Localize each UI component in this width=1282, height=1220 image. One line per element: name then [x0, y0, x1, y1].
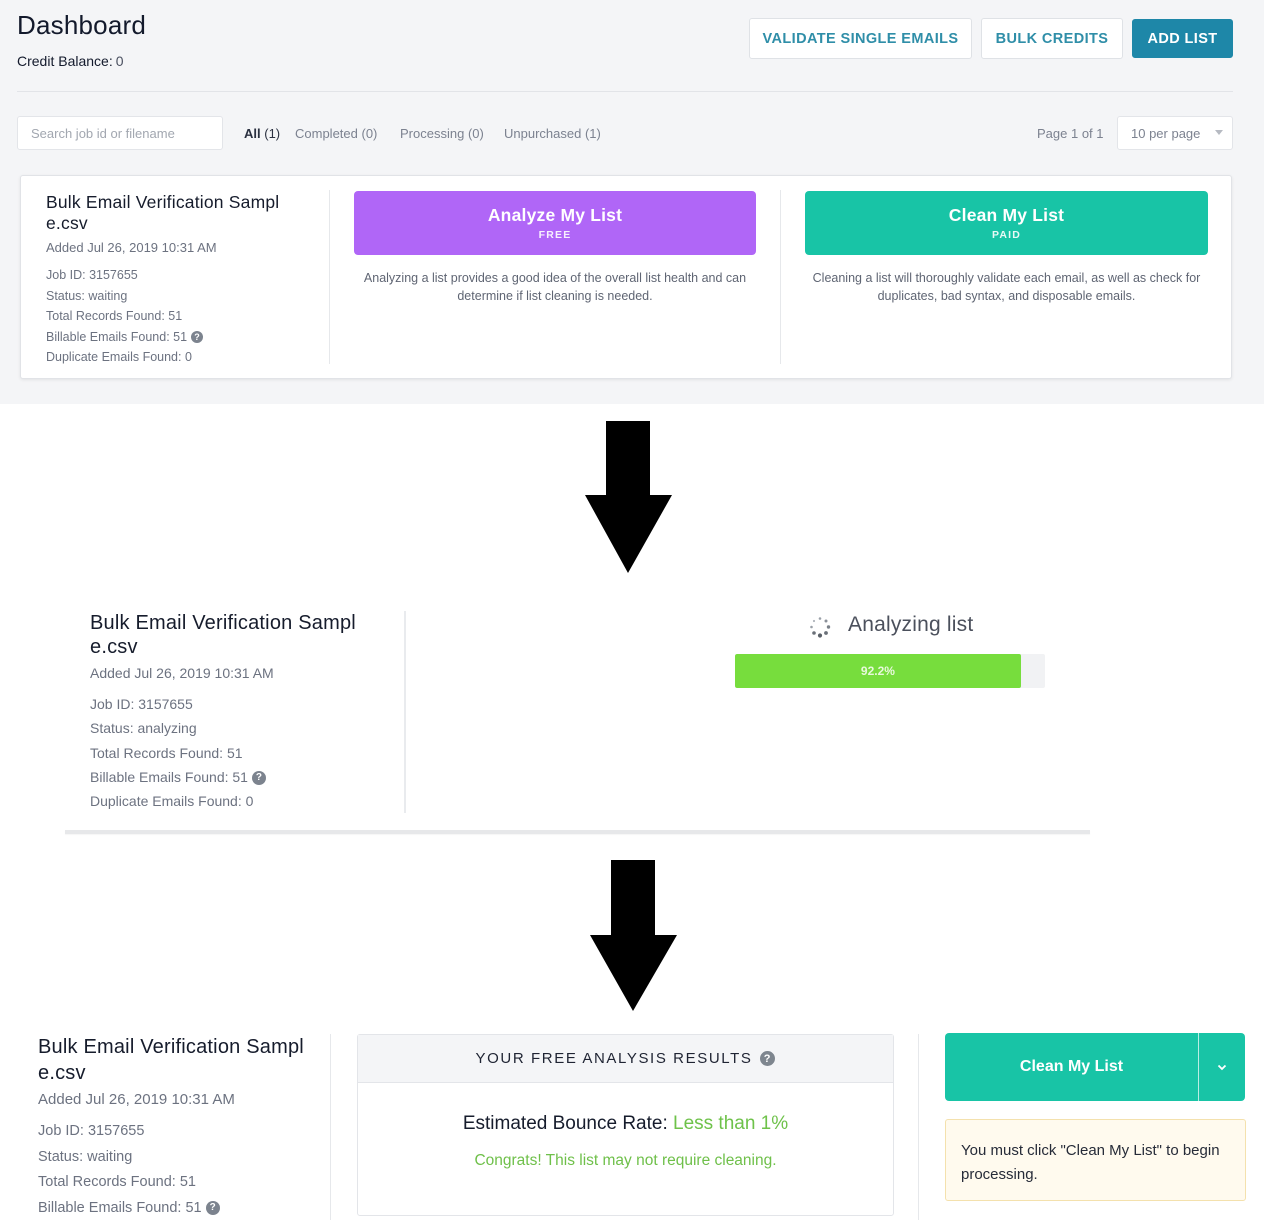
tab-processing[interactable]: Processing (0): [400, 126, 484, 141]
analyze-my-list-button[interactable]: Analyze My List FREE: [354, 191, 756, 255]
job-id: Job ID: 3157655: [46, 268, 138, 282]
analyzing-status-label: Analyzing list: [848, 613, 974, 636]
clean-my-list-split-button: Clean My List: [945, 1033, 1245, 1101]
job-filename-line2: e.csv: [46, 213, 88, 233]
estimated-bounce-rate: Estimated Bounce Rate: Less than 1%: [358, 1113, 893, 1135]
help-icon[interactable]: ?: [191, 331, 204, 344]
job-added-date: Added Jul 26, 2019 10:31 AM: [90, 665, 274, 681]
add-list-button[interactable]: ADD LIST: [1132, 19, 1233, 58]
job-meta-list: Job ID: 3157655 Status: analyzing Total …: [90, 692, 390, 813]
caret-down-icon: [1215, 130, 1223, 135]
column-divider: [918, 1034, 919, 1220]
job-details: Bulk Email Verification Sampl e.csv Adde…: [46, 192, 316, 368]
clean-description: Cleaning a list will thoroughly validate…: [812, 271, 1201, 303]
tab-completed-label: Completed: [295, 126, 358, 141]
analysis-results-title: YOUR FREE ANALYSIS RESULTS: [475, 1050, 753, 1067]
clean-button-sublabel: PAID: [991, 229, 1022, 241]
job-filename-line1: Bulk Email Verification Sampl: [46, 192, 280, 212]
analyze-description: Analyzing a list provides a good idea of…: [363, 271, 747, 303]
search-input[interactable]: [17, 116, 223, 150]
job-filename: Bulk Email Verification Sampl e.csv: [90, 611, 380, 659]
column-divider: [780, 190, 781, 364]
page-title: Dashboard: [17, 10, 146, 40]
tab-unpurchased-count: (1): [584, 126, 601, 141]
tab-all-label: All: [244, 126, 261, 141]
down-arrow-icon: [585, 421, 672, 573]
validate-single-emails-button[interactable]: VALIDATE SINGLE EMAILS: [749, 18, 972, 59]
help-icon[interactable]: ?: [251, 771, 266, 786]
down-arrow-icon: [590, 860, 677, 1011]
job-filename-line2: e.csv: [90, 636, 138, 658]
per-page-select[interactable]: 10 per page: [1117, 116, 1233, 150]
per-page-value: 10 per page: [1131, 125, 1201, 141]
job-duplicates: Duplicate Emails Found: 0: [46, 350, 192, 364]
bulk-credits-button[interactable]: BULK CREDITS: [981, 18, 1123, 59]
job-status: Status: waiting: [38, 1148, 133, 1165]
column-divider: [329, 190, 330, 364]
tab-unpurchased-label: Unpurchased: [504, 126, 582, 141]
job-status: Status: waiting: [46, 288, 128, 303]
clean-my-list-button[interactable]: Clean My List PAID: [805, 191, 1208, 255]
header-divider: [17, 91, 1233, 92]
card-bottom-edge: [65, 830, 1090, 834]
column-divider: [404, 611, 406, 813]
credit-balance-value: 0: [115, 53, 124, 69]
job-meta-list: Job ID: 3157655 Status: waiting Total Re…: [46, 265, 316, 368]
tab-completed[interactable]: Completed (0): [295, 126, 377, 141]
clean-button-label: Clean My List: [948, 205, 1065, 225]
job-total-records: Total Records Found: 51: [46, 309, 183, 323]
job-total-records: Total Records Found: 51: [38, 1174, 196, 1190]
job-id: Job ID: 3157655: [90, 696, 193, 712]
congrats-message: Congrats! This list may not require clea…: [474, 1152, 777, 1169]
job-total-records: Total Records Found: 51: [90, 744, 243, 761]
analysis-results-box: YOUR FREE ANALYSIS RESULTS? Estimated Bo…: [357, 1034, 894, 1216]
dashboard-panel: Dashboard Credit Balance: 0 VALIDATE SING…: [0, 0, 1264, 404]
tab-completed-count: (0): [361, 126, 378, 141]
clean-notice-alert: You must click "Clean My List" to begin …: [945, 1119, 1246, 1201]
tab-all-count: (1): [264, 126, 281, 141]
column-divider: [330, 1034, 331, 1220]
analyze-button-label: Analyze My List: [487, 205, 623, 225]
loading-spinner-icon: [810, 617, 831, 638]
job-id: Job ID: 3157655: [38, 1123, 145, 1139]
job-details-analyzing: Bulk Email Verification Sampl e.csv Adde…: [90, 611, 390, 813]
job-details-analyzed: Bulk Email Verification Sampl e.csv Adde…: [38, 1034, 318, 1220]
credit-balance-label: Credit Balance:: [17, 53, 113, 69]
tab-processing-label: Processing: [400, 126, 465, 141]
job-filename-line1: Bulk Email Verification Sampl: [38, 1036, 304, 1058]
credit-balance: Credit Balance: 0: [17, 53, 124, 69]
clean-my-list-button[interactable]: Clean My List: [945, 1033, 1199, 1101]
progress-percent-label: 92.2%: [860, 664, 895, 678]
job-billable-row: Billable Emails Found: 51?: [90, 765, 390, 789]
job-duplicates: Duplicate Emails Found: 0: [90, 793, 254, 810]
job-filename-line1: Bulk Email Verification Sampl: [90, 612, 356, 634]
clean-options-dropdown-button[interactable]: [1199, 1033, 1245, 1101]
analyze-button-sublabel: FREE: [538, 229, 572, 241]
job-billable-row: Billable Emails Found: 51?: [38, 1196, 318, 1220]
bounce-rate-value: Less than 1%: [673, 1113, 789, 1134]
progress-bar: 92.2%: [735, 654, 1045, 688]
job-filename: Bulk Email Verification Sampl e.csv: [38, 1034, 308, 1086]
job-filename: Bulk Email Verification Sampl e.csv: [46, 192, 308, 234]
job-filename-line2: e.csv: [38, 1062, 86, 1084]
job-billable: Billable Emails Found: 51: [38, 1199, 202, 1216]
help-icon[interactable]: ?: [205, 1200, 220, 1215]
job-card: Bulk Email Verification Sampl e.csv Adde…: [20, 175, 1232, 379]
job-status: Status: analyzing: [90, 720, 197, 737]
tab-all[interactable]: All (1): [244, 126, 280, 141]
page-info: Page 1 of 1: [1037, 126, 1104, 141]
job-billable: Billable Emails Found: 51: [90, 768, 248, 785]
tab-unpurchased[interactable]: Unpurchased (1): [504, 126, 601, 141]
job-billable: Billable Emails Found: 51: [46, 329, 188, 344]
job-billable-row: Billable Emails Found: 51?: [46, 327, 316, 348]
analysis-results-header: YOUR FREE ANALYSIS RESULTS?: [358, 1035, 893, 1083]
bounce-rate-label: Estimated Bounce Rate:: [462, 1113, 668, 1134]
job-meta-list: Job ID: 3157655 Status: waiting Total Re…: [38, 1119, 318, 1220]
help-icon[interactable]: ?: [760, 1051, 776, 1066]
job-added-date: Added Jul 26, 2019 10:31 AM: [38, 1091, 235, 1108]
chevron-down-icon: [1217, 1064, 1227, 1070]
tab-processing-count: (0): [467, 126, 484, 141]
job-added-date: Added Jul 26, 2019 10:31 AM: [46, 240, 217, 255]
